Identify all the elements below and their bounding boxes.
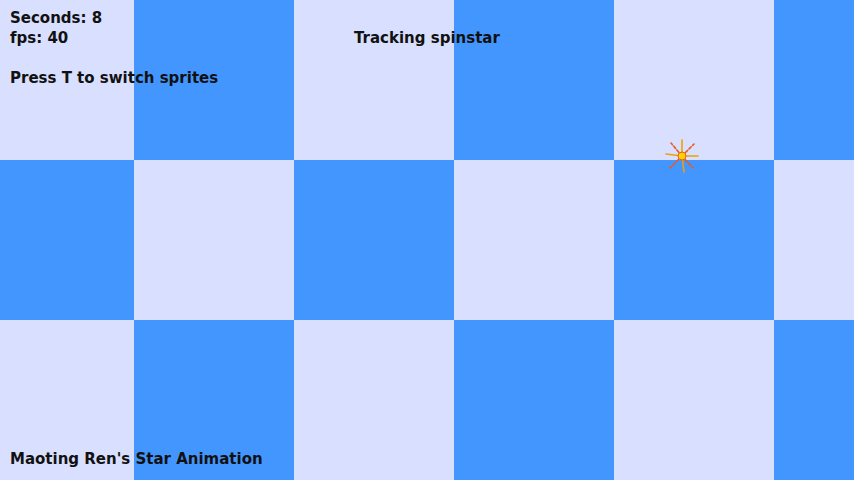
fps-counter: fps: 40	[10, 28, 354, 48]
tracking-label: Tracking spinstar	[354, 28, 500, 48]
tracking-area: Tracking spinstar	[354, 8, 500, 88]
seconds-counter: Seconds: 8	[10, 8, 354, 28]
footer-title: Maoting Ren's Star Animation	[10, 449, 844, 469]
game-canvas: Seconds: 8 fps: 40 Press T to switch spr…	[0, 0, 854, 480]
spinstar-icon	[664, 138, 700, 174]
hud-left: Seconds: 8 fps: 40 Press T to switch spr…	[10, 8, 354, 88]
hud: Seconds: 8 fps: 40 Press T to switch spr…	[10, 8, 844, 88]
hint-text: Press T to switch sprites	[10, 68, 354, 88]
